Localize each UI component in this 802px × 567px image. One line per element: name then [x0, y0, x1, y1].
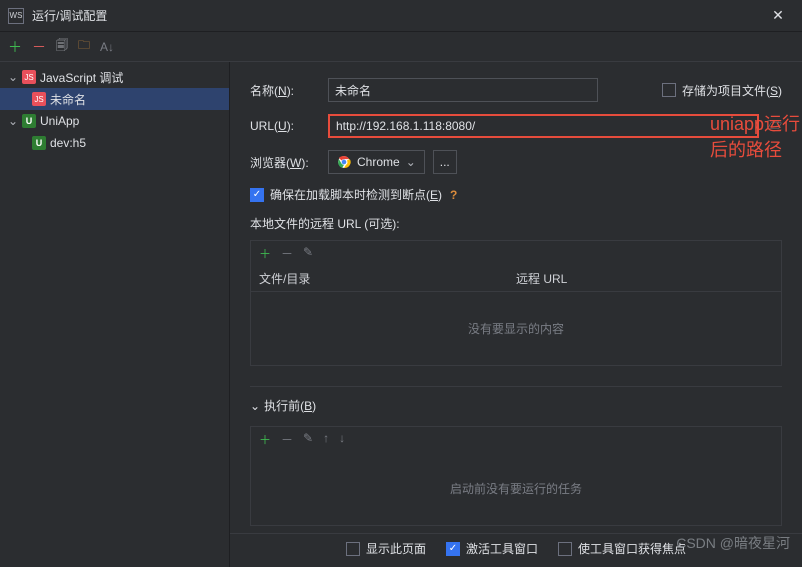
titlebar: WS 运行/调试配置 ✕: [0, 0, 802, 32]
checkbox-icon[interactable]: [346, 542, 360, 556]
remove-icon: －: [281, 245, 293, 262]
col-file-dir: 文件/目录: [259, 270, 516, 287]
watermark-text: CSDN @暗夜星河: [676, 533, 790, 553]
url-label: URL(U):: [250, 119, 320, 133]
tree-item-label: dev:h5: [50, 136, 86, 150]
edit-icon: ✎: [303, 245, 313, 262]
js-debug-icon: JS: [32, 92, 46, 106]
focus-tool-label: 使工具窗口获得焦点: [578, 540, 686, 557]
close-icon[interactable]: ✕: [762, 7, 794, 24]
breakpoint-checkbox[interactable]: 确保在加载脚本时检测到断点(E): [250, 186, 442, 203]
add-icon[interactable]: ＋: [259, 245, 271, 262]
table-empty-text: 没有要显示的内容: [251, 292, 781, 365]
chevron-down-icon: ⌄: [250, 399, 260, 413]
url-row: URL(U): 🗁: [250, 114, 782, 138]
chrome-icon: [337, 155, 351, 169]
copy-icon[interactable]: 🗐: [56, 36, 68, 57]
add-icon[interactable]: ＋: [259, 431, 271, 448]
sidebar: ⌄ JS JavaScript 调试 JS 未命名 ⌄ U UniApp U d…: [0, 62, 230, 567]
focus-tool-checkbox[interactable]: 使工具窗口获得焦点: [558, 540, 686, 557]
breakpoint-row: 确保在加载脚本时检测到断点(E) ?: [250, 186, 782, 203]
annotation-text: uniapp运行后的路径: [710, 110, 802, 162]
table-headers: 文件/目录 远程 URL: [251, 266, 781, 292]
config-toolbar: ＋ － 🗐 🗀 A↓: [0, 32, 802, 62]
show-page-checkbox[interactable]: 显示此页面: [346, 540, 426, 557]
before-launch-section: ⌄ 执行前(B) ＋ － ✎ ↑ ↓ 启动前没有要运行的任务: [250, 386, 782, 526]
tree-item-unnamed[interactable]: JS 未命名: [0, 88, 229, 110]
app-icon: WS: [8, 8, 24, 24]
before-launch-panel: ＋ － ✎ ↑ ↓ 启动前没有要运行的任务: [250, 426, 782, 526]
edit-icon: ✎: [303, 431, 313, 448]
tree-group-js-debug[interactable]: ⌄ JS JavaScript 调试: [0, 66, 229, 88]
before-launch-header[interactable]: ⌄ 执行前(B): [250, 397, 782, 414]
remote-url-section-label: 本地文件的远程 URL (可选):: [250, 215, 782, 232]
up-icon: ↑: [323, 431, 329, 448]
main-area: ⌄ JS JavaScript 调试 JS 未命名 ⌄ U UniApp U d…: [0, 62, 802, 567]
browser-select[interactable]: Chrome ⌄: [328, 150, 425, 174]
show-page-label: 显示此页面: [366, 540, 426, 557]
window-title: 运行/调试配置: [32, 7, 762, 24]
remote-url-table: ＋ － ✎ 文件/目录 远程 URL 没有要显示的内容: [250, 240, 782, 366]
uniapp-icon: U: [22, 114, 36, 128]
tree-group-label: JavaScript 调试: [40, 69, 123, 86]
js-debug-icon: JS: [22, 70, 36, 84]
uniapp-icon: U: [32, 136, 46, 150]
name-row: 名称(N): 存储为项目文件(S): [250, 78, 782, 102]
browser-row: 浏览器(W): Chrome ⌄ ...: [250, 150, 782, 174]
name-input[interactable]: [328, 78, 598, 102]
remove-icon: －: [281, 431, 293, 448]
tree-item-label: 未命名: [50, 91, 86, 108]
config-form: uniapp运行后的路径 名称(N): 存储为项目文件(S) URL(U): 🗁…: [230, 62, 802, 567]
save-as-project-checkbox[interactable]: 存储为项目文件(S): [662, 82, 782, 99]
activate-tool-checkbox[interactable]: 激活工具窗口: [446, 540, 538, 557]
chevron-down-icon: ⌄: [8, 70, 18, 84]
tree-item-devh5[interactable]: U dev:h5: [0, 132, 229, 154]
tree-group-uniapp[interactable]: ⌄ U UniApp: [0, 110, 229, 132]
chevron-down-icon: ⌄: [406, 155, 416, 169]
save-as-project-label: 存储为项目文件(S): [682, 82, 782, 99]
help-icon[interactable]: ?: [450, 188, 457, 202]
chevron-down-icon: ⌄: [8, 114, 18, 128]
remove-icon[interactable]: －: [32, 37, 46, 57]
table-toolbar: ＋ － ✎: [251, 241, 781, 266]
sort-icon[interactable]: A↓: [100, 40, 114, 54]
checkbox-icon[interactable]: [250, 188, 264, 202]
checkbox-icon[interactable]: [446, 542, 460, 556]
browser-label: 浏览器(W):: [250, 154, 320, 171]
folder-icon[interactable]: 🗀: [78, 36, 90, 57]
before-launch-empty: 启动前没有要运行的任务: [251, 452, 781, 525]
url-input[interactable]: [328, 114, 759, 138]
checkbox-icon[interactable]: [558, 542, 572, 556]
breakpoint-label: 确保在加载脚本时检测到断点(E): [270, 186, 442, 203]
browser-more-button[interactable]: ...: [433, 150, 457, 174]
down-icon: ↓: [339, 431, 345, 448]
name-label: 名称(N):: [250, 82, 320, 99]
activate-tool-label: 激活工具窗口: [466, 540, 538, 557]
col-remote-url: 远程 URL: [516, 270, 773, 287]
tree-group-label: UniApp: [40, 114, 79, 128]
add-icon[interactable]: ＋: [8, 37, 22, 57]
before-launch-toolbar: ＋ － ✎ ↑ ↓: [251, 427, 781, 452]
checkbox-icon[interactable]: [662, 83, 676, 97]
browser-value: Chrome: [357, 155, 400, 169]
before-launch-label: 执行前(B): [264, 397, 316, 414]
